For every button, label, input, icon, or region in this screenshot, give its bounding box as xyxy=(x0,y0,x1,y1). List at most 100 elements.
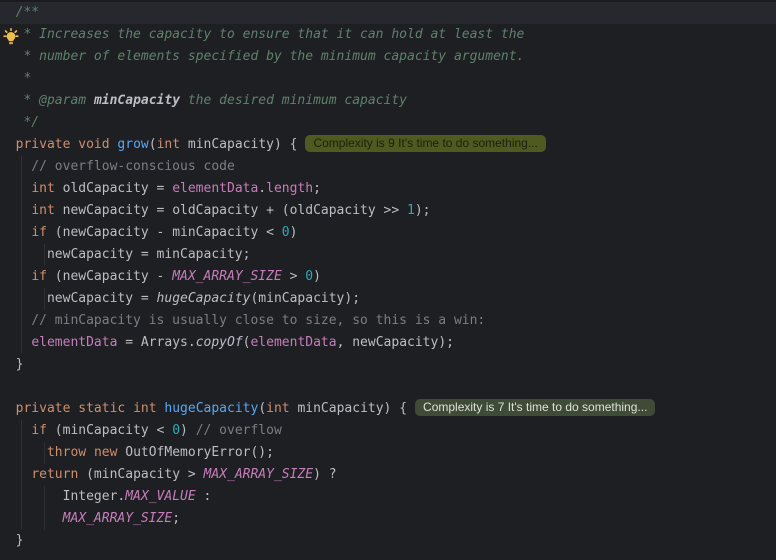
code-line[interactable]: } xyxy=(0,530,776,552)
code-token-plain: newCapacity = minCapacity; xyxy=(0,247,251,262)
code-token-plain: ; xyxy=(313,181,321,196)
code-token-plain: ) xyxy=(313,269,321,284)
code-token-kw: static xyxy=(78,401,126,416)
code-line[interactable]: private void grow(int minCapacity) {Comp… xyxy=(0,134,776,156)
code-line[interactable]: newCapacity = minCapacity; xyxy=(0,244,776,266)
code-line[interactable]: // overflow-conscious code xyxy=(0,156,776,178)
code-line[interactable]: if (newCapacity - minCapacity < 0) xyxy=(0,222,776,244)
code-token-plain: newCapacity = oldCapacity + (oldCapacity… xyxy=(54,203,407,218)
code-line[interactable]: newCapacity = hugeCapacity(minCapacity); xyxy=(0,288,776,310)
code-token-num: 0 xyxy=(172,423,181,438)
code-line[interactable]: return (minCapacity > MAX_ARRAY_SIZE) ? xyxy=(0,464,776,486)
code-line[interactable]: MAX_ARRAY_SIZE; xyxy=(0,508,776,530)
code-token-doctag: @param xyxy=(39,93,87,108)
intention-bulb-icon[interactable] xyxy=(3,28,19,45)
code-token-kw: if xyxy=(31,225,47,240)
code-token-plain: newCapacity = xyxy=(0,291,157,306)
code-token-plain: : xyxy=(195,489,212,504)
code-token-doc: * number of elements specified by the mi… xyxy=(0,49,525,64)
code-token-doc: */ xyxy=(0,115,40,130)
code-token-plain: ; xyxy=(172,511,181,526)
code-token-const: MAX_ARRAY_SIZE xyxy=(62,511,173,526)
code-token-plain: = Arrays. xyxy=(117,335,196,350)
code-token-plain: , newCapacity); xyxy=(336,335,454,350)
code-token-kw: int xyxy=(156,137,181,152)
code-token-plain: (minCapacity > xyxy=(78,467,204,482)
code-token-field: elementData xyxy=(172,181,259,196)
code-token-const: MAX_VALUE xyxy=(125,489,196,504)
code-token-doc xyxy=(86,93,94,108)
code-token-plain: } xyxy=(0,357,24,372)
code-line[interactable]: if (newCapacity - MAX_ARRAY_SIZE > 0) xyxy=(0,266,776,288)
code-line[interactable]: Integer.MAX_VALUE : xyxy=(0,486,776,508)
code-token-kw: private xyxy=(15,401,71,416)
code-token-call: copyOf xyxy=(195,335,243,350)
code-token-doc: * xyxy=(0,93,40,108)
code-line[interactable]: if (minCapacity < 0) // overflow xyxy=(0,420,776,442)
code-token-comment: // overflow xyxy=(195,423,282,438)
code-token-const: MAX_ARRAY_SIZE xyxy=(172,269,282,284)
code-token-doc: * Increases the capacity to ensure that … xyxy=(0,27,525,42)
complexity-hint-badge[interactable]: Complexity is 7 It's time to do somethin… xyxy=(415,399,656,416)
code-token-doc: * xyxy=(0,71,32,86)
code-line[interactable]: /** xyxy=(0,2,776,24)
code-token-comment: // overflow-conscious code xyxy=(0,159,235,174)
code-token-num: 1 xyxy=(407,203,415,218)
ide-editor-window: /** * Increases the capacity to ensure t… xyxy=(0,0,776,560)
code-line[interactable] xyxy=(0,376,776,398)
code-line[interactable]: * Increases the capacity to ensure that … xyxy=(0,24,776,46)
code-line[interactable]: // minCapacity is usually close to size,… xyxy=(0,310,776,332)
code-token-plain: oldCapacity = xyxy=(54,181,173,196)
code-token-kw: int xyxy=(31,203,55,218)
code-line[interactable]: * xyxy=(0,68,776,90)
code-token-plain: ) xyxy=(180,423,196,438)
complexity-hint-badge[interactable]: Complexity is 9 It's time to do somethin… xyxy=(305,135,546,152)
code-line[interactable]: elementData = Arrays.copyOf(elementData,… xyxy=(0,332,776,354)
code-lines: /** * Increases the capacity to ensure t… xyxy=(0,2,776,552)
code-token-plain: > xyxy=(281,269,306,284)
code-line[interactable]: int newCapacity = oldCapacity + (oldCapa… xyxy=(0,200,776,222)
editor[interactable]: /** * Increases the capacity to ensure t… xyxy=(0,2,776,560)
code-token-doc: /** xyxy=(0,5,40,20)
code-token-kw: throw xyxy=(46,445,87,460)
code-token-plain: (newCapacity - minCapacity < xyxy=(46,225,282,240)
code-line[interactable]: * @param minCapacity the desired minimum… xyxy=(0,90,776,112)
code-token-plain: ) ? xyxy=(313,467,337,482)
code-token-kw: if xyxy=(31,269,47,284)
code-token-kw: int xyxy=(266,401,290,416)
code-token-plain: (newCapacity - xyxy=(46,269,173,284)
code-line[interactable]: } xyxy=(0,354,776,376)
code-token-field: elementData xyxy=(250,335,337,350)
code-line[interactable]: private static int hugeCapacity(int minC… xyxy=(0,398,776,420)
code-token-mdecl: hugeCapacity xyxy=(164,401,259,416)
code-line[interactable]: int oldCapacity = elementData.length; xyxy=(0,178,776,200)
code-token-plain: ( xyxy=(258,401,267,416)
code-token-kw: return xyxy=(31,467,79,482)
code-token-plain: minCapacity) { xyxy=(180,137,298,152)
code-token-comment: // minCapacity is usually close to size,… xyxy=(0,313,486,328)
code-token-plain: OutOfMemoryError(); xyxy=(117,445,274,460)
code-token-plain: ( xyxy=(148,137,157,152)
code-token-kw: private xyxy=(15,137,71,152)
code-line[interactable]: * number of elements specified by the mi… xyxy=(0,46,776,68)
code-token-plain: ) xyxy=(289,225,298,240)
code-line[interactable]: throw new OutOfMemoryError(); xyxy=(0,442,776,464)
code-token-doc: the desired minimum capacity xyxy=(180,93,408,108)
code-token-plain: (minCapacity < xyxy=(46,423,173,438)
code-token-plain: } xyxy=(0,533,24,548)
code-token-num: 0 xyxy=(305,269,314,284)
code-token-kw: new xyxy=(93,445,118,460)
code-line[interactable]: */ xyxy=(0,112,776,134)
